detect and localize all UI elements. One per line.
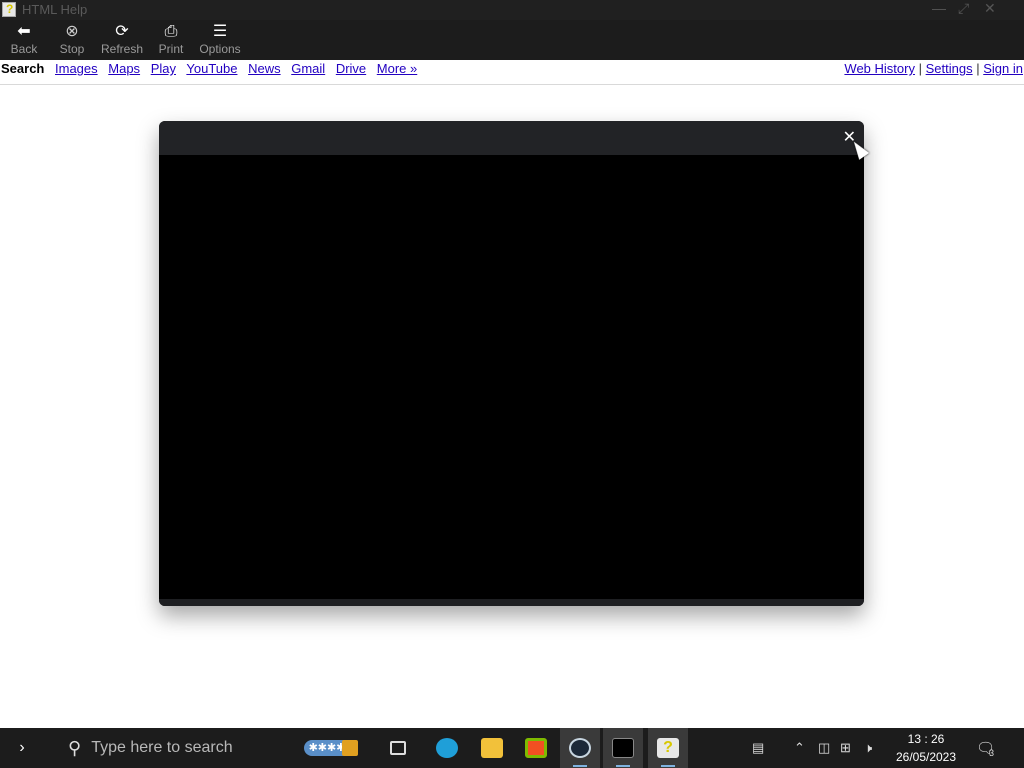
clock[interactable]: 13 : 26 26/05/2023 [888, 730, 964, 766]
task-view-icon[interactable] [378, 728, 418, 768]
nav-maps-link[interactable]: Maps [108, 61, 140, 76]
network-icon[interactable]: ⊞ [840, 728, 851, 768]
search-placeholder: Type here to search [91, 739, 233, 756]
printer-icon: ⎙ [164, 23, 178, 40]
nav-search-current: Search [1, 61, 45, 76]
clock-date: 26/05/2023 [895, 750, 957, 764]
dialog-footer [159, 599, 864, 606]
web-history-link[interactable]: Web History [844, 61, 915, 76]
refresh-icon: ⟳ [115, 23, 129, 40]
clock-time: 13 : 26 [907, 732, 945, 746]
taskbar: › ⚲ Type here to search ✱✱✱✱ ? ▤ ⌃ ◫ ⊞ 🕨… [0, 728, 1024, 768]
tray-chevron-icon[interactable]: ⌃ [794, 728, 805, 768]
toolbar: ⬅ Back ⊗ Stop ⟳ Refresh ⎙ Print ☰ Options [0, 20, 1024, 60]
nav-play-link[interactable]: Play [151, 61, 176, 76]
options-icon: ☰ [212, 23, 228, 40]
html-help-icon[interactable]: ? [648, 728, 688, 768]
edge-browser-icon[interactable] [427, 728, 467, 768]
volume-muted-icon[interactable]: 🕨 [864, 728, 872, 768]
news-widget-icon[interactable]: ▤ [752, 728, 764, 768]
nav-drive-link[interactable]: Drive [336, 61, 366, 76]
microsoft-store-icon[interactable] [516, 728, 556, 768]
modal-dialog: ✕ [159, 121, 864, 606]
stop-button[interactable]: ⊗ Stop [50, 20, 94, 60]
notifications-icon[interactable]: 🗨 3 [976, 728, 995, 768]
nav-news-link[interactable]: News [248, 61, 281, 76]
terminal-icon[interactable] [603, 728, 643, 768]
nav-gmail-link[interactable]: Gmail [291, 61, 325, 76]
window-title: HTML Help [22, 2, 88, 17]
refresh-button[interactable]: ⟳ Refresh [100, 20, 144, 60]
password-lock-icon[interactable]: ✱✱✱✱ [298, 728, 364, 768]
nav-youtube-link[interactable]: YouTube [186, 61, 237, 76]
window-titlebar: HTML Help — ⤢ ✕ [0, 0, 1024, 20]
help-app-icon [2, 2, 16, 17]
google-bar: Search Images Maps Play YouTube News Gma… [0, 60, 1024, 85]
settings-link[interactable]: Settings [926, 61, 973, 76]
taskbar-search[interactable]: ⚲ Type here to search [58, 728, 288, 768]
sign-in-link[interactable]: Sign in [983, 61, 1023, 76]
nav-images-link[interactable]: Images [55, 61, 98, 76]
file-explorer-icon[interactable] [472, 728, 512, 768]
back-arrow-icon: ⬅ [17, 23, 31, 40]
options-button[interactable]: ☰ Options [197, 20, 243, 60]
search-icon: ⚲ [68, 737, 82, 758]
notif-count: 3 [989, 748, 995, 758]
close-window-button[interactable]: ✕ [984, 0, 996, 17]
stop-icon: ⊗ [65, 23, 79, 40]
minimize-button[interactable]: — [932, 0, 946, 16]
maximize-button[interactable]: ⤢ [958, 0, 969, 17]
expand-arrow-icon[interactable]: › [8, 728, 36, 768]
steam-icon[interactable] [560, 728, 600, 768]
nav-more-link[interactable]: More » [377, 61, 417, 76]
dialog-header [159, 121, 864, 155]
meet-now-icon[interactable]: ◫ [818, 728, 830, 768]
back-button[interactable]: ⬅ Back [2, 20, 46, 60]
print-button[interactable]: ⎙ Print [149, 20, 193, 60]
